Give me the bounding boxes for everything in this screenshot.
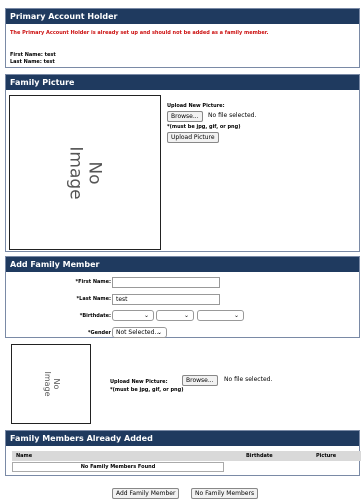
primary-last-name-label: Last Name: bbox=[10, 59, 42, 65]
first-name-label: *First Name: bbox=[75, 279, 111, 285]
primary-account-header: Primary Account Holder bbox=[6, 9, 359, 24]
primary-last-name-value: test bbox=[43, 59, 55, 65]
family-file-status: No file selected. bbox=[208, 112, 257, 119]
birth-month-select[interactable]: ⌄ bbox=[112, 310, 154, 321]
gender-select-value: Not Selected... bbox=[116, 329, 161, 336]
member-upload-label: Upload New Picture: bbox=[110, 379, 168, 385]
upload-picture-button[interactable]: Upload Picture bbox=[167, 132, 219, 143]
birthdate-label: *Birthdate: bbox=[79, 313, 111, 319]
birth-year-select[interactable]: ⌄ bbox=[197, 310, 244, 321]
column-birthdate: Birthdate bbox=[246, 453, 273, 459]
add-member-header: Add Family Member bbox=[6, 257, 359, 272]
primary-last-name: Last Name: test bbox=[10, 59, 55, 65]
column-picture: Picture bbox=[316, 453, 337, 459]
gender-label: *Gender bbox=[87, 330, 111, 336]
no-family-members-button[interactable]: No Family Members bbox=[191, 488, 259, 499]
birth-day-select[interactable]: ⌄ bbox=[156, 310, 194, 321]
already-added-header: Family Members Already Added bbox=[6, 431, 359, 446]
family-browse-button[interactable]: Browse... bbox=[167, 111, 203, 122]
already-added-panel: Family Members Already Added Name Birthd… bbox=[5, 430, 361, 476]
column-name: Name bbox=[16, 453, 33, 459]
family-picture-placeholder: No Image bbox=[9, 95, 161, 250]
family-picture-panel: Family Picture No Image Upload New Pictu… bbox=[5, 74, 360, 252]
primary-warning: The Primary Account Holder is already se… bbox=[10, 30, 269, 36]
last-name-label: *Last Name: bbox=[76, 296, 111, 302]
no-image-text: No Image bbox=[66, 145, 105, 200]
last-name-input[interactable]: test bbox=[112, 294, 220, 305]
members-table-header: Name Birthdate Picture bbox=[12, 451, 361, 461]
family-upload-hint: *(must be jpg, gif, or png) bbox=[167, 124, 241, 130]
primary-first-name: First Name: test bbox=[10, 52, 56, 58]
primary-first-name-value: test bbox=[44, 52, 56, 58]
no-members-found-cell: No Family Members Found bbox=[12, 462, 224, 472]
chevron-down-icon: ⌄ bbox=[233, 312, 239, 319]
no-image-text: No Image bbox=[43, 371, 61, 397]
family-upload-label: Upload New Picture: bbox=[167, 103, 225, 109]
primary-first-name-label: First Name: bbox=[10, 52, 43, 58]
member-file-status: No file selected. bbox=[224, 376, 273, 383]
gender-select[interactable]: Not Selected... ⌄ bbox=[112, 327, 167, 338]
add-member-panel: Add Family Member *First Name: *Last Nam… bbox=[5, 256, 360, 338]
member-upload-hint: *(must be jpg, gif, or png) bbox=[110, 387, 184, 393]
chevron-down-icon: ⌄ bbox=[156, 329, 162, 336]
family-picture-header: Family Picture bbox=[6, 75, 359, 90]
first-name-input[interactable] bbox=[112, 277, 220, 288]
chevron-down-icon: ⌄ bbox=[183, 312, 189, 319]
add-family-member-button[interactable]: Add Family Member bbox=[112, 488, 180, 499]
member-browse-button[interactable]: Browse... bbox=[182, 375, 218, 386]
primary-account-panel: Primary Account Holder The Primary Accou… bbox=[5, 8, 360, 68]
chevron-down-icon: ⌄ bbox=[143, 312, 149, 319]
member-picture-placeholder: No Image bbox=[11, 344, 91, 424]
